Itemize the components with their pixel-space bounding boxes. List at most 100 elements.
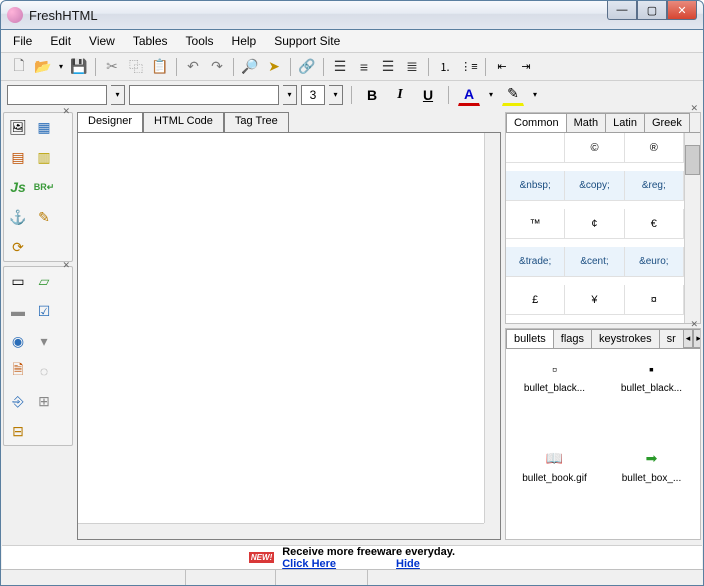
maximize-button[interactable]: ▢	[637, 1, 667, 20]
style-combo[interactable]	[7, 85, 107, 105]
menu-edit[interactable]: Edit	[42, 32, 79, 50]
underline-button[interactable]: U	[417, 84, 439, 106]
hidden-icon[interactable]: ◌	[34, 361, 54, 381]
align-right-button[interactable]: ☰	[377, 56, 399, 78]
open-button[interactable]: 📂	[32, 56, 54, 78]
panel-close-icon[interactable]: ✕	[690, 319, 698, 330]
symbol-cell[interactable]: ¤	[625, 285, 684, 315]
close-button[interactable]: ✕	[667, 1, 697, 20]
font-color-dropdown[interactable]: ▾	[486, 84, 496, 106]
bullet-item[interactable]: ➡ bullet_box_...	[603, 444, 700, 534]
bullet-list-button[interactable]: ⋮≡	[458, 56, 480, 78]
align-center-button[interactable]: ≡	[353, 56, 375, 78]
form-icon[interactable]: ▤	[8, 147, 28, 167]
numbered-list-button[interactable]: ⒈	[434, 56, 456, 78]
symbol-cell[interactable]: ©	[565, 133, 624, 163]
tab-html-code[interactable]: HTML Code	[143, 112, 224, 132]
tab-scroll-right[interactable]: ▸	[693, 329, 700, 348]
symbol-cell[interactable]: ¢	[565, 209, 624, 239]
menu-view[interactable]: View	[81, 32, 123, 50]
fontsize-combo[interactable]	[301, 85, 325, 105]
menu-file[interactable]: File	[5, 32, 40, 50]
undo-button[interactable]: ↶	[182, 56, 204, 78]
bullet-item[interactable]: ▪ bullet_black...	[603, 355, 700, 444]
tab-designer[interactable]: Designer	[77, 112, 143, 132]
click-here-link[interactable]: Click Here	[282, 558, 336, 570]
symbol-cell[interactable]	[506, 133, 565, 163]
symbol-cell[interactable]: ¥	[565, 285, 624, 315]
menu-support-site[interactable]: Support Site	[266, 32, 348, 50]
refresh-icon[interactable]: ⟳	[8, 237, 28, 257]
radio-icon[interactable]: ◉	[8, 331, 28, 351]
fontsize-dropdown[interactable]: ▾	[329, 85, 343, 105]
bullet-item[interactable]: ▫ bullet_black...	[506, 355, 603, 444]
menu-tools[interactable]: Tools	[178, 32, 222, 50]
br-icon[interactable]: BR↵	[34, 177, 54, 197]
tab-keystrokes[interactable]: keystrokes	[591, 329, 660, 348]
italic-button[interactable]: I	[389, 84, 411, 106]
highlight-dropdown[interactable]: ▾	[530, 84, 540, 106]
label-icon[interactable]: ⊟	[8, 421, 28, 441]
style-dropdown[interactable]: ▾	[111, 85, 125, 105]
file-icon[interactable]: 🗎	[8, 361, 28, 381]
anchor-icon[interactable]: ⚓	[8, 207, 28, 227]
tab-common[interactable]: Common	[506, 113, 567, 133]
panel-close-icon[interactable]: ✕	[690, 103, 698, 114]
menu-tables[interactable]: Tables	[125, 32, 176, 50]
cut-button[interactable]: ✂	[101, 56, 123, 78]
reset-icon[interactable]: ⊞	[34, 391, 54, 411]
edit-icon[interactable]: ✎	[34, 207, 54, 227]
editor-tabs: Designer HTML Code Tag Tree	[77, 112, 501, 132]
find-button[interactable]: 🔎	[239, 56, 261, 78]
panel-close-icon[interactable]: ✕	[62, 260, 70, 271]
button-icon[interactable]: ▬	[8, 301, 28, 321]
tab-latin[interactable]: Latin	[605, 113, 645, 132]
tab-sr[interactable]: sr	[659, 329, 684, 348]
textarea-icon[interactable]: ▱	[34, 271, 54, 291]
align-justify-button[interactable]: ≣	[401, 56, 423, 78]
script-icon[interactable]: Js	[8, 177, 28, 197]
font-color-button[interactable]: A	[458, 84, 480, 106]
link-button[interactable]: 🔗	[296, 56, 318, 78]
save-button[interactable]: 💾	[68, 56, 90, 78]
text-field-icon[interactable]: ▭	[8, 271, 28, 291]
symbol-scrollbar[interactable]	[684, 133, 700, 323]
minimize-button[interactable]: —	[607, 1, 637, 20]
editor-hscroll[interactable]	[78, 523, 484, 539]
frame-icon[interactable]: ▥	[34, 147, 54, 167]
checkbox-icon[interactable]: ☑	[34, 301, 54, 321]
symbol-cell[interactable]: ™	[506, 209, 565, 239]
symbol-cell[interactable]: £	[506, 285, 565, 315]
tab-math[interactable]: Math	[566, 113, 606, 132]
outdent-button[interactable]: ⇤	[491, 56, 513, 78]
editor-vscroll[interactable]	[484, 133, 500, 523]
highlight-button[interactable]: ✎	[502, 84, 524, 106]
replace-button[interactable]: ➤	[263, 56, 285, 78]
tab-greek[interactable]: Greek	[644, 113, 690, 132]
bold-button[interactable]: B	[361, 84, 383, 106]
image-icon[interactable]: 🖼	[8, 117, 28, 137]
submit-icon[interactable]: ⎆	[8, 391, 28, 411]
bullet-item[interactable]: 📖 bullet_book.gif	[506, 444, 603, 534]
symbol-cell[interactable]: ®	[625, 133, 684, 163]
tab-tag-tree[interactable]: Tag Tree	[224, 112, 289, 132]
align-left-button[interactable]: ☰	[329, 56, 351, 78]
table-icon[interactable]: ▦	[34, 117, 54, 137]
indent-button[interactable]: ⇥	[515, 56, 537, 78]
tab-scroll-left[interactable]: ◂	[683, 329, 694, 348]
open-dropdown[interactable]: ▾	[56, 56, 66, 78]
new-button[interactable]: 🗋	[8, 56, 30, 78]
tab-flags[interactable]: flags	[553, 329, 592, 348]
menu-help[interactable]: Help	[224, 32, 265, 50]
paste-button[interactable]: 📋	[149, 56, 171, 78]
font-dropdown[interactable]: ▾	[283, 85, 297, 105]
select-icon[interactable]: ▾	[34, 331, 54, 351]
copy-button[interactable]: ⿻	[125, 56, 147, 78]
hide-link[interactable]: Hide	[396, 558, 420, 570]
font-combo[interactable]	[129, 85, 279, 105]
panel-close-icon[interactable]: ✕	[62, 106, 70, 117]
editor-canvas[interactable]	[77, 132, 501, 540]
tab-bullets[interactable]: bullets	[506, 329, 554, 349]
symbol-cell[interactable]: €	[625, 209, 684, 239]
redo-button[interactable]: ↷	[206, 56, 228, 78]
